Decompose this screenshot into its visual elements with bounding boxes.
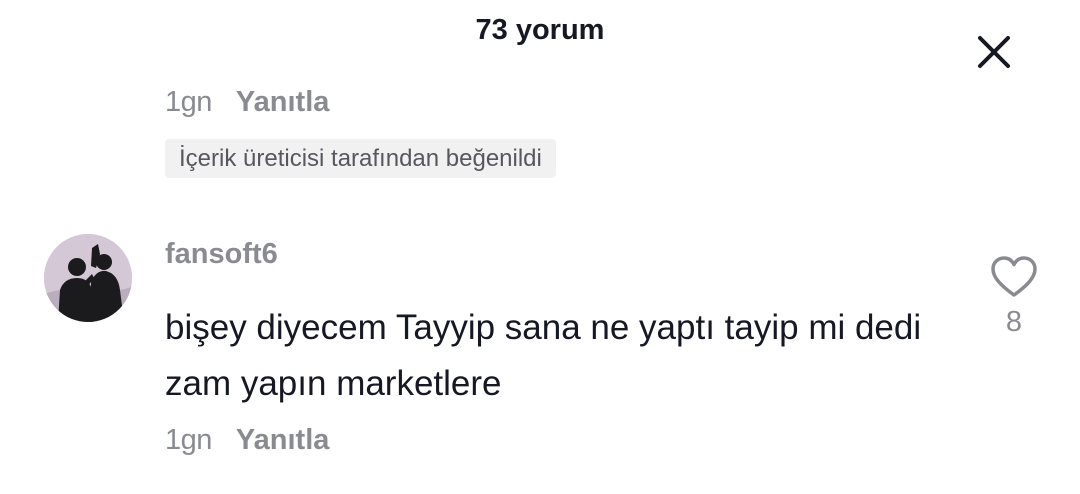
comment-time: 1gn [165, 86, 212, 118]
like-count: 8 [1005, 306, 1023, 338]
avatar-image [44, 234, 132, 322]
heart-icon [991, 256, 1037, 297]
comment-meta: 1gn Yanıtla [165, 424, 329, 457]
reply-button[interactable]: Yanıtla [236, 86, 330, 119]
comment-time: 1gn [165, 424, 212, 456]
comments-panel: 73 yorum 1gn Yanıtla İçerik üreticisi ta… [0, 0, 1080, 494]
like-button[interactable] [990, 255, 1038, 299]
avatar[interactable] [44, 234, 132, 322]
comment-username[interactable]: fansoft6 [165, 238, 278, 271]
close-icon [978, 36, 1010, 68]
creator-liked-badge: İçerik üreticisi tarafından beğenildi [165, 139, 556, 178]
reply-button[interactable]: Yanıtla [236, 424, 330, 457]
close-button[interactable] [972, 30, 1016, 74]
comments-count-title: 73 yorum [475, 14, 605, 46]
comment-text: bişey diyecem Tayyip sana ne yaptı tayip… [165, 308, 922, 403]
previous-comment-meta: 1gn Yanıtla [165, 86, 329, 119]
